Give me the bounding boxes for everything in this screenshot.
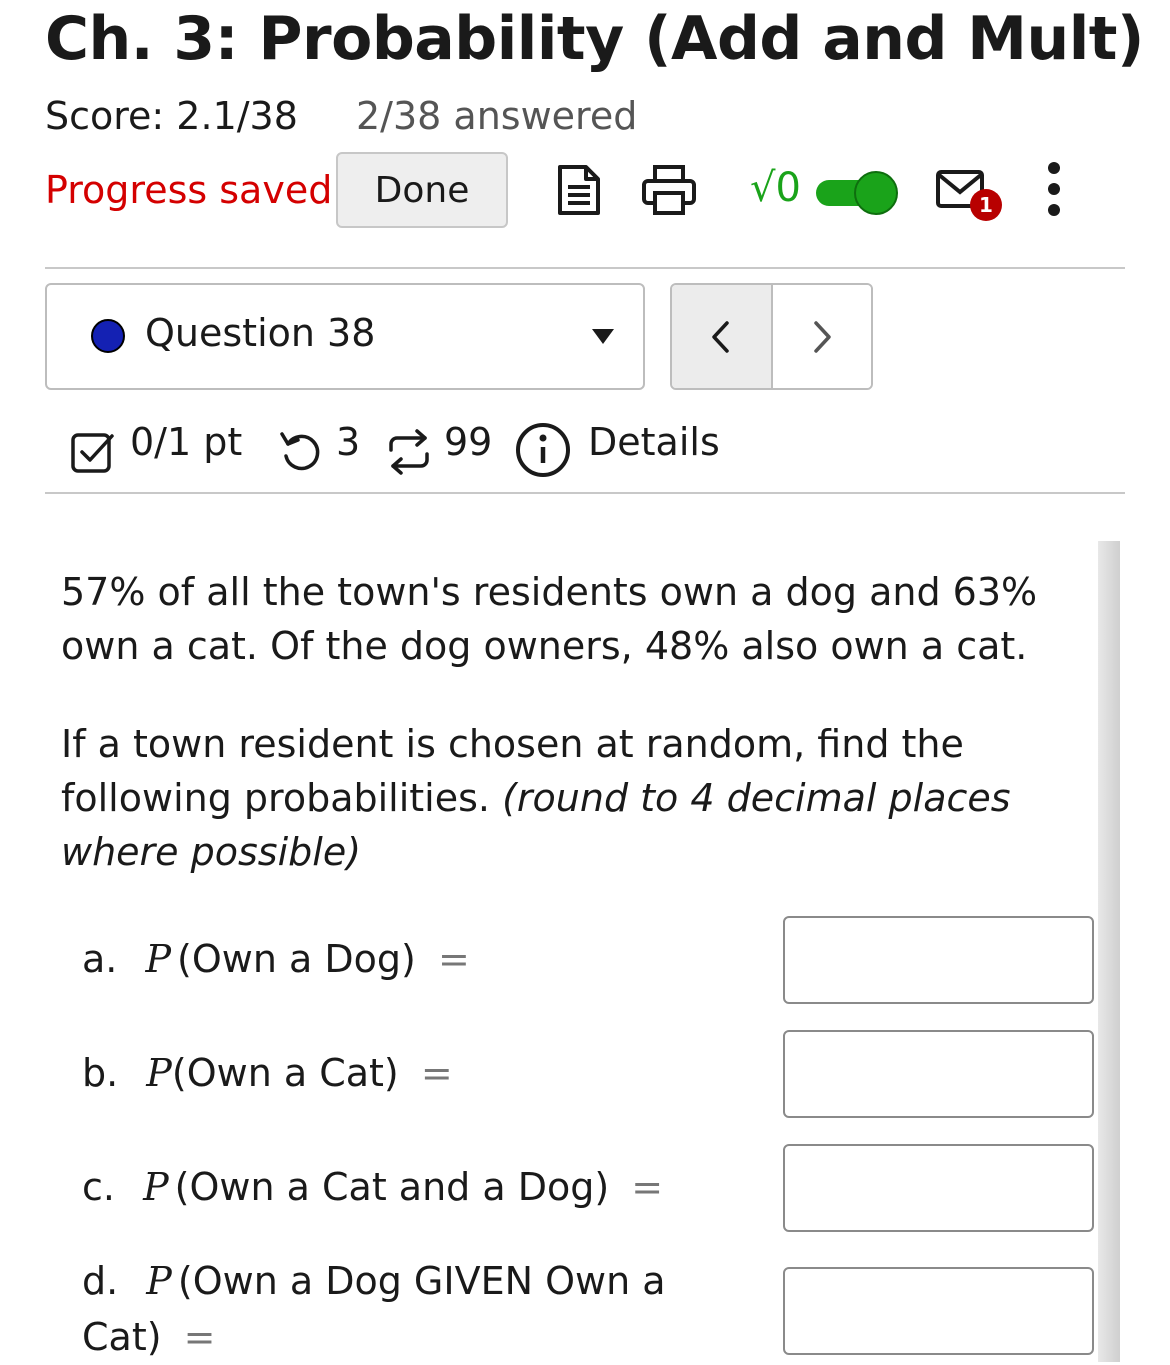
- more-vertical-icon[interactable]: [1036, 158, 1072, 220]
- previous-question-button[interactable]: [672, 285, 773, 388]
- chevron-right-icon: [814, 320, 831, 353]
- divider: [45, 267, 1125, 269]
- part-expression: (Own a Dog): [177, 937, 416, 981]
- probability-symbol: P: [143, 1165, 169, 1209]
- details-link[interactable]: Details: [588, 420, 720, 464]
- progress-status: Progress saved: [45, 168, 333, 212]
- answered-count: 2/38 answered: [356, 94, 638, 138]
- part-a-label: a. P (Own a Dog) =: [82, 931, 470, 987]
- details-button[interactable]: [514, 421, 574, 481]
- toggle-knob: [854, 171, 898, 215]
- checkbox-points-icon: [70, 430, 120, 474]
- part-expression: (Own a Cat and a Dog): [174, 1165, 610, 1209]
- question-select[interactable]: Question 38: [45, 283, 645, 390]
- part-expression: (Own a Cat): [171, 1051, 399, 1095]
- score-text: Score: 2.1/38: [45, 94, 298, 138]
- versions-icon: [385, 428, 433, 476]
- part-letter: b.: [82, 1051, 119, 1095]
- versions-count: 99: [444, 420, 493, 464]
- answer-input-b[interactable]: [783, 1030, 1094, 1118]
- points-text: 0/1 pt: [130, 420, 243, 464]
- divider: [45, 492, 1125, 494]
- status-dot-icon: [91, 319, 125, 353]
- message-count-badge: 1: [970, 189, 1002, 221]
- equals-sign: =: [437, 937, 470, 981]
- equals-sign: =: [420, 1051, 453, 1095]
- part-expression: (Own a Dog GIVEN Own a: [177, 1259, 666, 1303]
- chevron-left-icon: [712, 320, 729, 353]
- probability-symbol: P: [145, 937, 172, 981]
- retry-icon: [278, 430, 322, 474]
- equals-sign: =: [631, 1165, 664, 1209]
- part-c-label: c. P (Own a Cat and a Dog) =: [82, 1159, 663, 1215]
- print-icon[interactable]: [636, 160, 702, 220]
- question-text-1: 57% of all the town's residents own a do…: [61, 570, 1038, 668]
- equals-sign: =: [183, 1315, 216, 1359]
- info-icon: [516, 423, 570, 477]
- answer-input-d[interactable]: [783, 1267, 1094, 1355]
- page-title: Ch. 3: Probability (Add and Mult): [45, 4, 1144, 74]
- done-button[interactable]: Done: [336, 152, 508, 228]
- toggle-switch[interactable]: [816, 171, 898, 215]
- probability-symbol: P: [146, 1259, 172, 1303]
- part-letter: c.: [82, 1165, 115, 1209]
- part-expression-continued: Cat): [82, 1315, 162, 1359]
- question-text-2: If a town resident is chosen at random, …: [61, 717, 1061, 879]
- part-d-label: d. P (Own a Dog GIVEN Own a Cat) =: [82, 1253, 666, 1365]
- question-nav: [670, 283, 873, 390]
- probability-symbol: P: [146, 1051, 172, 1095]
- part-letter: d.: [82, 1259, 119, 1303]
- retries-count: 3: [336, 420, 361, 464]
- part-b-label: b. P(Own a Cat) =: [82, 1045, 453, 1101]
- caret-down-icon: [592, 329, 614, 344]
- part-letter: a.: [82, 937, 118, 981]
- answer-input-c[interactable]: [783, 1144, 1094, 1232]
- notes-icon[interactable]: [548, 160, 608, 220]
- answer-input-a[interactable]: [783, 916, 1094, 1004]
- question-select-label: Question 38: [145, 311, 376, 355]
- next-question-button[interactable]: [772, 285, 871, 388]
- math-sqrt-icon: √0: [750, 165, 801, 211]
